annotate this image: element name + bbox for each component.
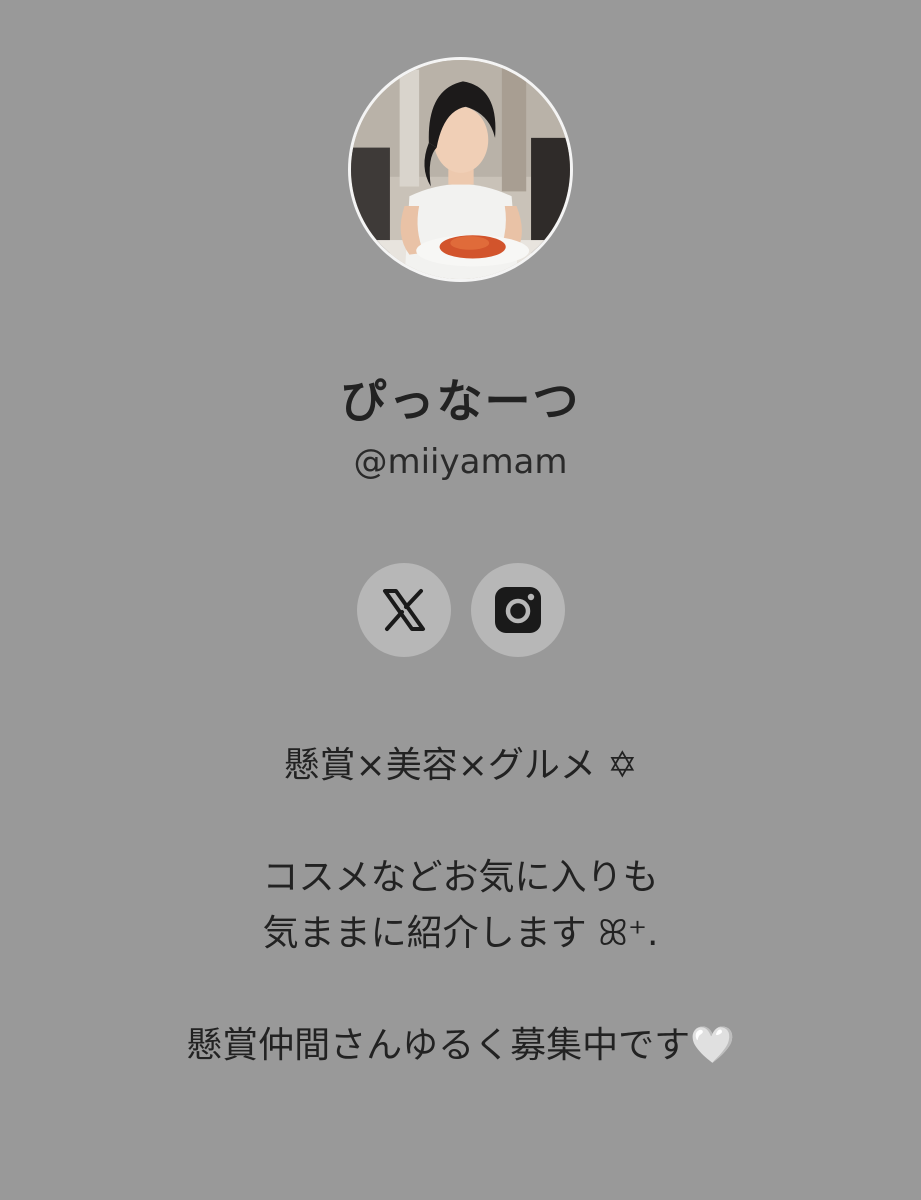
x-link-button[interactable] [357,563,451,657]
social-links [357,563,565,657]
bio-line: コスメなどお気に入りも [262,857,659,898]
bio-line: 懸賞仲間さんゆるく募集中です🤍 [186,1025,735,1066]
avatar-image [351,60,570,279]
x-logo-icon [383,589,425,631]
avatar[interactable] [348,57,573,282]
instagram-icon [495,587,541,633]
bio-line: 懸賞×美容×グルメ ✡ [283,745,638,786]
instagram-link-button[interactable] [471,563,565,657]
user-handle: @miiyamam [353,442,568,482]
bio-line: 気ままに紹介します ꕤ⁺. [262,913,659,954]
display-name: ぴっなーつ [340,374,581,428]
bio: 懸賞×美容×グルメ ✡ コスメなどお気に入りも 気ままに紹介します ꕤ⁺. 懸賞… [0,738,921,1074]
